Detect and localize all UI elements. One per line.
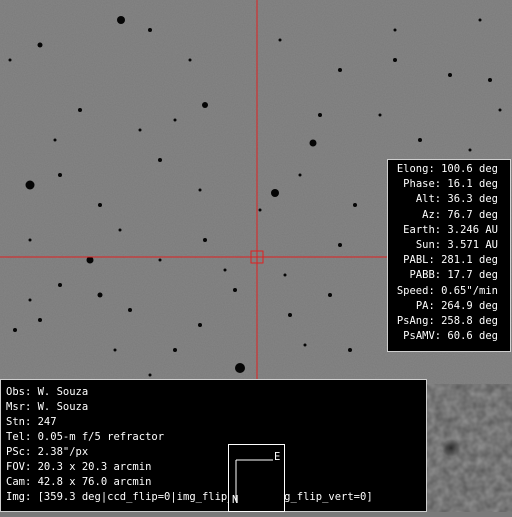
star [353, 203, 357, 207]
star [113, 348, 117, 352]
north-label: N [232, 494, 239, 506]
star [58, 283, 62, 287]
observation-row: Obs: W. Souza [6, 386, 89, 398]
star [78, 108, 82, 112]
star [318, 113, 322, 117]
observation-info-panel: Obs: W. Souza Msr: W. Souza Stn: 247 Tel: 0… [0, 379, 427, 512]
star [271, 189, 279, 197]
ephemeris-row: Alt: 36.3 deg [415, 193, 498, 206]
target-thumbnail[interactable] [427, 384, 512, 512]
star [288, 313, 292, 317]
star [378, 113, 382, 117]
target-object [442, 439, 460, 457]
star [28, 298, 32, 302]
observation-row: Tel: 0.05-m f/5 refractor [6, 431, 165, 443]
observation-row: FOV: 20.3 x 20.3 arcmin [6, 461, 152, 473]
ephemeris-row: PABB: 17.7 deg [409, 269, 498, 282]
star [148, 373, 152, 377]
star [298, 173, 302, 177]
ephemeris-panel: Elong: 100.6 deg Phase: 16.1 deg Alt: 36.3… [387, 159, 511, 352]
star [38, 318, 42, 322]
star [309, 139, 317, 147]
ephemeris-row: PABL: 281.1 deg [403, 254, 498, 267]
observation-row: Stn: 247 [6, 416, 57, 428]
star [235, 363, 245, 373]
ephemeris-row: Az: 76.7 deg [422, 208, 498, 221]
star [338, 68, 342, 72]
ephemeris-row: Sun: 3.571 AU [415, 238, 498, 251]
star [488, 78, 492, 82]
observation-row: Msr: W. Souza [6, 401, 89, 413]
star [393, 28, 397, 32]
orientation-indicator: E N [228, 444, 285, 512]
star [158, 258, 162, 262]
star [202, 102, 208, 108]
star [303, 343, 307, 347]
star [258, 208, 262, 212]
ephemeris-row: PsAng: 258.8 deg [396, 314, 498, 327]
star [118, 228, 122, 232]
observation-row: PSc: 2.38"/px [6, 446, 89, 458]
ephemeris-row: Phase: 16.1 deg [403, 178, 498, 191]
star [98, 203, 102, 207]
star [117, 16, 125, 24]
star [37, 42, 43, 48]
ephemeris-row: Speed: 0.65"/min [396, 284, 498, 297]
ephemeris-row: PsAMV: 60.6 deg [403, 330, 498, 343]
observation-row: Img: [359.3 deg|ccd_flip=0|img_flip_hor=… [6, 491, 373, 503]
star [223, 268, 227, 272]
star [13, 328, 17, 332]
star [198, 323, 202, 327]
star [188, 58, 192, 62]
east-label: E [274, 451, 281, 463]
star [86, 256, 94, 264]
ephemeris-row: PA: 264.9 deg [415, 299, 498, 312]
ephemeris-row: Elong: 100.6 deg [396, 163, 498, 175]
observation-row: Cam: 42.8 x 76.0 arcmin [6, 476, 152, 488]
star [198, 188, 202, 192]
star [283, 273, 287, 277]
star [58, 173, 62, 177]
star [28, 238, 32, 242]
star [498, 108, 502, 112]
star [468, 148, 472, 152]
star [138, 128, 142, 132]
star [328, 293, 332, 297]
star [418, 138, 422, 142]
star [158, 158, 162, 162]
star [128, 308, 132, 312]
star [338, 243, 342, 247]
star [148, 28, 152, 32]
star [25, 180, 35, 190]
ephemeris-row: Earth: 3.246 AU [403, 223, 498, 236]
star [393, 58, 397, 62]
star [233, 288, 237, 292]
star [348, 348, 352, 352]
star [173, 118, 177, 122]
star [97, 292, 103, 298]
star [278, 38, 282, 42]
star [8, 58, 12, 62]
star [448, 73, 452, 77]
star [478, 18, 482, 22]
star [53, 138, 57, 142]
star [173, 348, 177, 352]
star [203, 238, 207, 242]
